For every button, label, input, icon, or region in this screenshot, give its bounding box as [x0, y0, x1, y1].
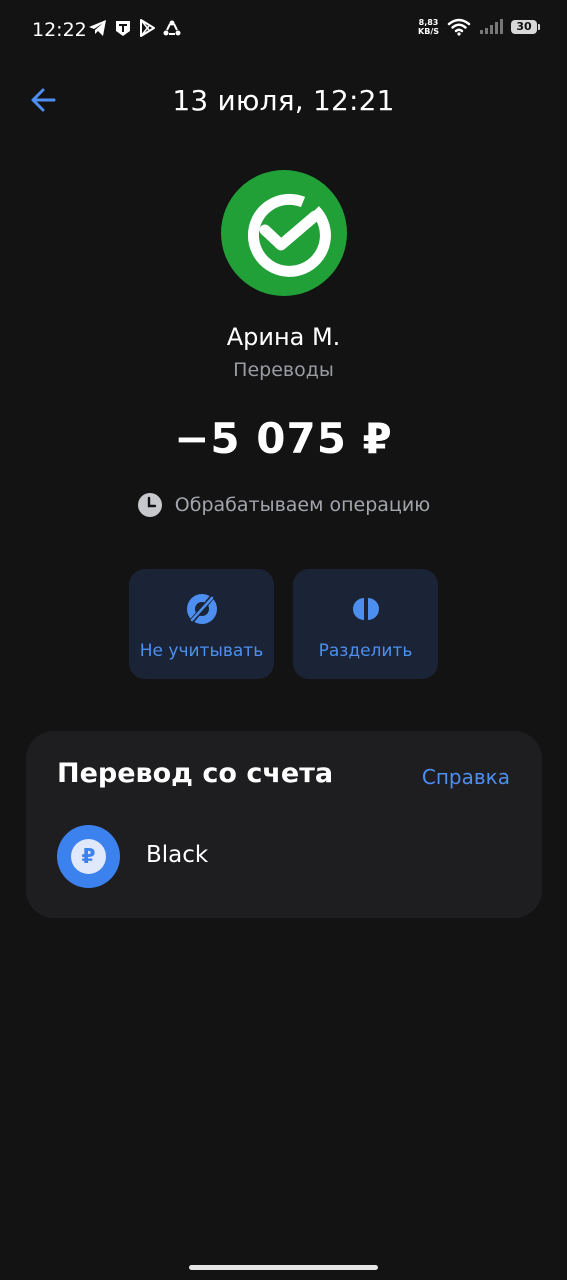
status-bar: 12:22 8,83 KB/S 30: [0, 0, 567, 62]
transaction-details-screen: 12:22 8,83 KB/S 30 13 июля, 12:21 Арина …: [0, 0, 567, 1280]
exclude-icon-wrap: [129, 589, 274, 629]
system-icons: 8,83 KB/S 30: [418, 18, 540, 36]
app-t-icon: [116, 21, 130, 36]
clock-icon: [137, 493, 162, 517]
network-speed-value: 8,83: [418, 18, 439, 27]
page-title: 13 июля, 12:21: [172, 84, 395, 117]
ruble-account-icon: ₽: [57, 825, 120, 888]
help-link[interactable]: Справка: [422, 765, 510, 789]
transaction-amount: −5 075 ₽: [174, 414, 393, 463]
split-icon: [352, 598, 379, 620]
status-text: Обрабатываем операцию: [174, 494, 431, 516]
signal-icon: [480, 19, 503, 34]
telegram-icon: [89, 20, 106, 36]
recycle-icon: [163, 20, 181, 36]
network-speed-unit: KB/S: [418, 27, 439, 36]
play-store-icon: [140, 19, 155, 37]
home-indicator[interactable]: [189, 1265, 378, 1270]
split-button[interactable]: Разделить: [293, 569, 438, 679]
split-icon-wrap: [293, 589, 438, 629]
exclude-icon: [186, 593, 217, 625]
account-card: Перевод со счета Справка ₽ Black: [26, 731, 542, 918]
account-name[interactable]: Black: [146, 842, 208, 868]
card-title: Перевод со счета: [57, 758, 334, 789]
status-time: 12:22: [32, 19, 87, 41]
split-label: Разделить: [318, 641, 413, 661]
battery-icon: 30: [511, 20, 540, 34]
wifi-icon: [447, 18, 471, 36]
recipient-name: Арина М.: [226, 323, 341, 351]
transaction-category: Переводы: [233, 359, 334, 381]
network-speed: 8,83 KB/S: [418, 18, 439, 36]
ruble-glyph: ₽: [71, 839, 106, 874]
sberbank-check-icon: [247, 193, 331, 277]
transaction-status: Обрабатываем операцию: [0, 492, 567, 518]
exclude-button[interactable]: Не учитывать: [129, 569, 274, 679]
sberbank-logo: [221, 170, 347, 296]
exclude-label: Не учитывать: [139, 641, 264, 661]
notification-icons: [88, 19, 182, 37]
